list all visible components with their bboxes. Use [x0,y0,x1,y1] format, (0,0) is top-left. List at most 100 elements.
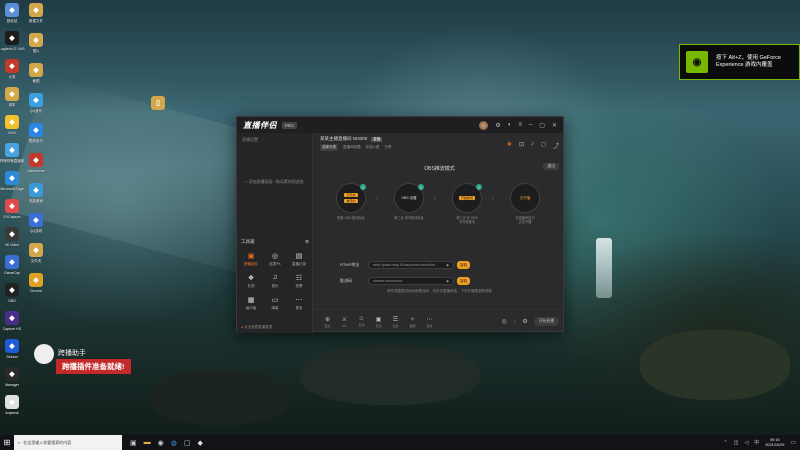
bottom-tool-task[interactable]: ☰ 任务 [388,316,403,328]
check-icon: ✓ [476,184,482,190]
file-explorer-icon[interactable]: ▬ [144,439,151,446]
tool-label: 弹幕 [271,306,279,310]
clock[interactable]: 09:16 2021/10/29 [765,438,784,448]
edge-taskbar-icon[interactable]: ◍ [171,439,177,447]
version-badge[interactable]: PRO [282,121,297,129]
desktop-icon[interactable]: ◆ QQ音乐 [18,93,54,113]
desktop-icon[interactable]: ◆ Chrome [18,273,54,293]
tool-vote[interactable]: ☷ 投票 [287,273,311,289]
share-icon[interactable]: ⤴ [553,141,559,150]
bottom-tool-more[interactable]: ⋯ 更多 [422,316,437,328]
start-live-button[interactable]: 开始直播 [533,317,559,326]
tool-label: 直播记录 [292,262,306,266]
close-icon[interactable]: ✕ [552,122,557,129]
step-circle[interactable]: ✓ 已开启 推流中 [336,183,366,213]
tool-label: 跨播插件 [244,262,258,266]
minimize-icon[interactable]: – [529,122,532,128]
app-brand: 直播伴侣 [243,120,277,130]
step-circle[interactable]: ✓ OBS 设置 [394,183,424,213]
desktop-icon[interactable]: ◆ 截图 [18,63,54,83]
desktop-icon[interactable]: ◆ Manager [0,367,30,387]
tool-gift[interactable]: ❖ 礼物 [239,273,263,289]
desktop-icon[interactable]: ◆ Capture HD [0,311,30,331]
maximize-icon[interactable]: ▢ [539,122,545,129]
volume-icon[interactable]: ◁ [744,440,748,446]
tool-record[interactable]: ▤ 直播记录 [287,251,311,267]
start-button[interactable]: ⊞ [0,435,14,450]
desktop-icon[interactable]: ◆ Anydesk [0,395,30,415]
settings-gear-icon[interactable]: ⚙ [495,122,500,129]
user-avatar[interactable] [479,120,489,130]
network-icon[interactable]: ◫ [734,440,739,446]
game-icon: ▣ [375,316,382,323]
bell-icon[interactable]: ♪ [531,141,534,150]
eye-icon[interactable]: ◉ [446,263,449,267]
action-center-icon[interactable]: ▭ [790,439,796,446]
desktop-icon[interactable]: ◆ 图片 [18,33,54,53]
app-taskbar-icon[interactable]: ▢ [184,439,191,447]
category-select[interactable]: 选择分类 [320,144,338,151]
bottom-tool-game[interactable]: ▣ 玩法 [371,316,386,328]
bottom-tool-beauty[interactable]: ✧ 美颜 [405,316,420,328]
settings-icon[interactable]: ⚙ [522,318,527,325]
desktop-icon[interactable]: ◆ 文件夹 [18,243,54,263]
rtmp-field[interactable]: rtmp://push-rtmp-l3.douyincdn.com/third … [368,261,454,269]
skin-icon[interactable]: ◐ [508,122,512,128]
bottom-tool-link[interactable]: ⊕ 连麦 [320,316,335,328]
room-title-meta[interactable]: 直播间标题 [343,145,361,150]
desktop-icon-file[interactable]: ▯ [140,96,176,110]
bottom-tool-pk[interactable]: ⚔ PK [337,316,352,328]
gift-icon[interactable]: ❖ [507,141,512,150]
desktop-icon[interactable]: ◆ Afterburner [18,153,54,173]
tray-expand-icon[interactable]: ⌃ [724,440,728,446]
bottom-tool-interact[interactable]: ☺ 互动 [354,316,369,328]
geforce-toast-line1: 按下 Alt+Z，使用 GeForce [716,54,781,61]
obs-taskbar-icon[interactable]: ◉ [158,439,164,447]
step-circle[interactable]: 去开播 [510,183,540,213]
camera-icon[interactable]: ◎ [502,318,507,325]
task-view-icon[interactable]: ▣ [130,439,137,447]
search-icon: ⌕ [18,440,21,445]
desktop-icon[interactable]: ◆ 新建文件 [18,3,54,23]
geforce-toast: ◉ 按下 Alt+Z，使用 GeForce Experience 游戏内覆盖 [679,44,800,80]
copy-rtmp-button[interactable]: 复制 [457,261,470,269]
menu-icon[interactable]: ≡ [518,122,522,128]
pk-icon: ⚔ [341,316,348,323]
tool-pip[interactable]: ▦ 画中画 [239,295,263,311]
live-companion-window: 直播伴侣 PRO ⚙ ◐ ≡ – ▢ ✕ 直播设置 + 添加直播画面 / 拖动素… [236,116,565,333]
app-icon: ◆ [29,213,43,227]
chat-icon[interactable]: ◻ [541,141,546,150]
desktop-icon[interactable]: ◆ QQ游戏 [18,213,54,233]
sidebar-tab-settings[interactable]: 直播设置 [242,137,258,143]
more-icon: ⋯ [426,316,433,323]
share-meta[interactable]: 分享 [385,145,392,150]
toolbox-settings-icon[interactable]: ⚙ [305,239,309,245]
exit-mode-button[interactable]: 退出 [543,163,559,170]
step-pill: 已开启 [344,193,358,197]
bottom-toolbar: ⊕ 连麦 ⚔ PK ☺ 互动 ▣ 玩法 ☰ 任务 ✧ 美颜 ⋯ 更多 ◎ ◌ ⚙ 开始直播 [314,309,565,333]
step-separator: › [376,196,378,202]
live-companion-taskbar-icon[interactable]: ◆ [197,439,202,447]
taskbar-search[interactable]: ⌕ 在这里输入你要搜索的内容 [14,435,122,450]
desktop-icon[interactable]: ◆ 酷狗音乐 [18,123,54,143]
stream-key-field[interactable]: stream-xxxxxxxxxx ◉ [368,277,454,285]
scene-empty-hint[interactable]: + 添加直播画面 / 拖动素材到此处 [237,179,312,185]
desktop-icon[interactable]: ◆ Stream [0,339,30,359]
tool-chat[interactable]: ▭ 弹幕 [263,295,287,311]
live-data-link[interactable]: 点击查看直播数据 [244,325,272,329]
ime-icon[interactable]: 中 [754,439,759,446]
tool-music[interactable]: ♫ 音乐 [263,273,287,289]
copy-stream-key-button[interactable]: 复制 [457,277,470,285]
tool-more[interactable]: ⋯ 更多 [287,295,311,311]
lock-icon[interactable]: ⊡ [519,141,524,150]
app-icon: ◆ [5,59,19,73]
eye-icon[interactable]: ◉ [446,279,449,283]
step-description: 在直播伴侣中 点击开播 [515,216,535,224]
tool-plugin[interactable]: ▣ 跨播插件 [239,251,263,267]
file-icon: ▯ [151,96,165,110]
tool-label: 礼物 [247,284,255,288]
tool-mic[interactable]: ◎ 连麦PK [263,251,287,267]
desktop-icon[interactable]: ◆ 电脑管家 [18,183,54,203]
step-circle[interactable]: ✓ 开始推流 [452,183,482,213]
mic-icon[interactable]: ◌ [513,319,517,325]
